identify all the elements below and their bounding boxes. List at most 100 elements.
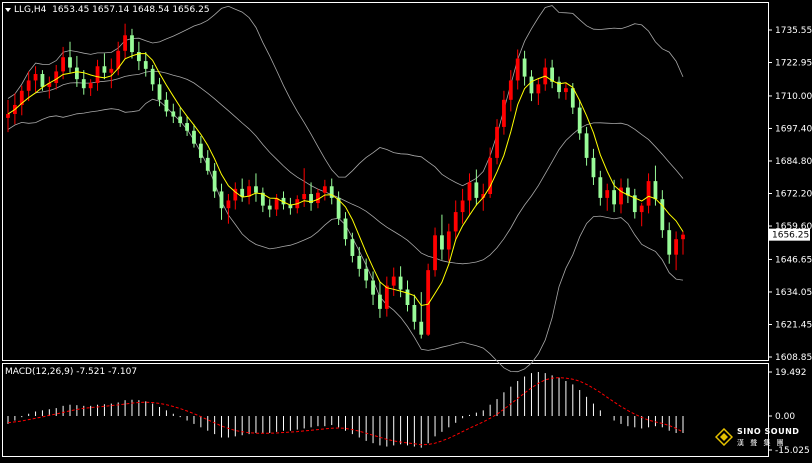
candle-body bbox=[357, 255, 362, 269]
logo-mark-icon bbox=[715, 428, 733, 446]
candle-body bbox=[302, 194, 307, 200]
candle-body bbox=[391, 276, 396, 286]
candle-body bbox=[577, 107, 582, 134]
candle-body bbox=[515, 58, 520, 81]
candle-body bbox=[584, 133, 589, 158]
candle-body bbox=[474, 182, 479, 198]
candle-body bbox=[6, 114, 10, 118]
candle-body bbox=[40, 74, 45, 87]
macd-signal bbox=[7, 377, 684, 446]
macd-tick-label: 0.00 bbox=[775, 412, 795, 422]
ma-line bbox=[7, 53, 684, 307]
candle-body bbox=[529, 76, 534, 94]
candle-body bbox=[605, 190, 610, 198]
candle-body bbox=[178, 116, 183, 124]
candle-body bbox=[254, 186, 258, 193]
macd-signal-line bbox=[7, 377, 684, 446]
candle-body bbox=[95, 66, 100, 84]
candle-body bbox=[564, 88, 568, 93]
macd-tick-label: 19.492 bbox=[775, 368, 807, 378]
candle-body bbox=[378, 294, 382, 309]
candle-body bbox=[157, 84, 162, 100]
candle-body bbox=[502, 99, 506, 127]
symbol-label: LLG,H4 bbox=[14, 5, 47, 15]
candle-body bbox=[646, 181, 651, 206]
candle-body bbox=[384, 285, 389, 309]
current-price-label: 1656.25 bbox=[772, 231, 809, 241]
candles bbox=[6, 23, 685, 339]
logo-brand: SINO SOUND bbox=[737, 427, 800, 436]
price-tick-label: 1634.05 bbox=[775, 288, 812, 298]
ohlc-label: 1653.45 1657.14 1648.54 1656.25 bbox=[52, 5, 210, 15]
candle-body bbox=[598, 177, 603, 198]
candle-body bbox=[322, 186, 327, 193]
candle-body bbox=[212, 170, 217, 192]
candle-body bbox=[192, 130, 196, 144]
price-tick-label: 1672.20 bbox=[775, 190, 812, 200]
candle-body bbox=[74, 67, 79, 80]
candle-body bbox=[219, 191, 224, 209]
candle-body bbox=[446, 231, 451, 250]
candle-body bbox=[164, 99, 169, 112]
candle-body bbox=[205, 157, 210, 171]
candle-body bbox=[102, 66, 107, 73]
candle-body bbox=[143, 61, 148, 69]
price-tick-label: 1710.00 bbox=[775, 92, 812, 102]
brand-logo: SINO SOUND 漢 聲 集 團 bbox=[713, 425, 809, 455]
price-tick-label: 1608.85 bbox=[775, 353, 812, 363]
candle-body bbox=[109, 68, 114, 73]
price-tick-label: 1735.55 bbox=[775, 26, 812, 36]
candle-body bbox=[316, 192, 320, 204]
candle-body bbox=[440, 235, 444, 250]
candle-body bbox=[433, 235, 437, 271]
candle-body bbox=[54, 71, 59, 84]
macd-panel-frame bbox=[2, 363, 769, 457]
price-tick-label: 1684.80 bbox=[775, 157, 812, 167]
chart-root: 1735.55 1722.95 1710.00 1697.40 1684.80 1672.… bbox=[0, 0, 812, 459]
candle-body bbox=[495, 126, 499, 158]
candle-body bbox=[68, 57, 72, 68]
candle-body bbox=[198, 143, 203, 158]
candle-body bbox=[371, 280, 375, 295]
macd-header: MACD(12,26,9) -7.521 -7.107 bbox=[5, 367, 137, 377]
candle-body bbox=[123, 35, 127, 51]
candle-body bbox=[171, 111, 176, 117]
moving-average bbox=[7, 53, 684, 307]
candle-body bbox=[653, 181, 658, 200]
candle-body bbox=[26, 80, 31, 91]
candle-body bbox=[667, 230, 672, 255]
candle-body bbox=[612, 190, 617, 205]
candle-body bbox=[240, 188, 245, 197]
candle-body bbox=[570, 88, 575, 108]
candle-body bbox=[88, 83, 93, 89]
upper-band-line bbox=[7, 5, 684, 187]
candle-body bbox=[33, 74, 38, 81]
chart-header: LLG,H4 1653.45 1657.14 1648.54 1656.25 bbox=[5, 5, 210, 15]
candle-body bbox=[419, 321, 424, 335]
candle-body bbox=[508, 80, 513, 100]
macd-label: MACD(12,26,9) -7.521 -7.107 bbox=[5, 367, 138, 377]
candle-body bbox=[343, 218, 348, 240]
candle-body bbox=[639, 205, 644, 213]
candle-body bbox=[591, 157, 596, 178]
candle-body bbox=[61, 57, 65, 72]
price-axis: 1735.55 1722.95 1710.00 1697.40 1684.80 1672.… bbox=[768, 26, 812, 363]
logo-chinese: 漢 聲 集 團 bbox=[737, 439, 786, 447]
price-tick-label: 1646.65 bbox=[775, 255, 812, 265]
candle-body bbox=[150, 68, 155, 85]
bollinger-bands bbox=[7, 5, 684, 373]
price-tick-label: 1722.95 bbox=[775, 59, 812, 69]
candle-body bbox=[467, 182, 472, 201]
candle-body bbox=[453, 212, 458, 232]
macd-histogram bbox=[7, 371, 684, 448]
candle-body bbox=[267, 205, 272, 210]
candle-body bbox=[226, 200, 231, 209]
candle-body bbox=[350, 239, 355, 256]
chart-svg: 1735.55 1722.95 1710.00 1697.40 1684.80 1672.… bbox=[2, 2, 812, 457]
candle-body bbox=[674, 239, 679, 255]
dropdown-triangle-icon[interactable] bbox=[5, 7, 11, 12]
candle-body bbox=[536, 84, 541, 94]
candle-body bbox=[81, 79, 86, 89]
candle-body bbox=[681, 234, 685, 240]
price-tick-label: 1621.45 bbox=[775, 320, 812, 330]
